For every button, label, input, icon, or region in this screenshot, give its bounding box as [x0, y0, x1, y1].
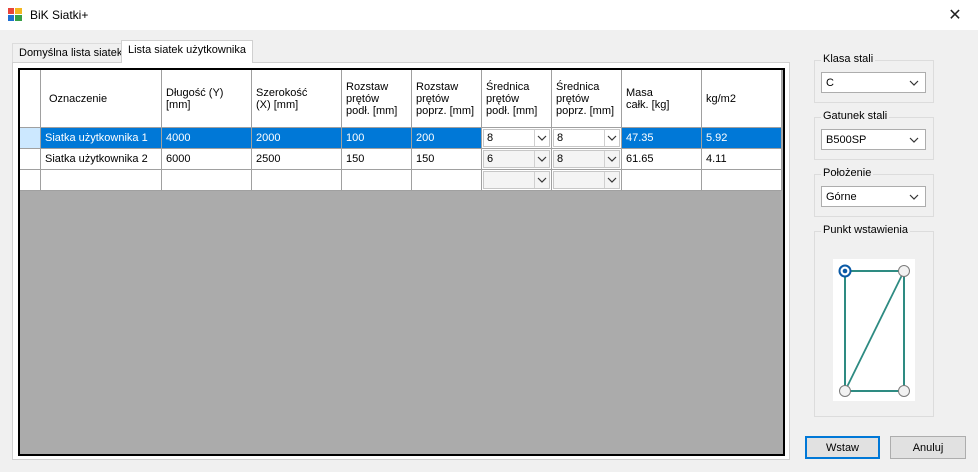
row-header[interactable] — [20, 128, 41, 149]
chevron-down-icon[interactable] — [534, 172, 549, 188]
cell-dia-long: 8 — [482, 128, 552, 149]
chevron-down-icon[interactable] — [604, 151, 619, 167]
cell-dia-cross — [552, 170, 622, 191]
tab-default-list[interactable]: Domyślna lista siatek — [12, 43, 130, 62]
steel-grade-dropdown[interactable]: B500SP — [821, 129, 926, 150]
combo-value: 8 — [557, 153, 564, 165]
cell-dia-cross: 8 — [552, 128, 622, 149]
dia-cross-combo[interactable]: 8 — [553, 129, 620, 147]
cell-kgm2[interactable]: 5.92 — [702, 128, 782, 149]
cell-length[interactable]: 4000 — [162, 128, 252, 149]
cell-spacing-cross[interactable] — [412, 170, 482, 191]
insertion-point-bottom-left-radio[interactable] — [839, 385, 851, 397]
cell-kgm2[interactable]: 4.11 — [702, 149, 782, 170]
mesh-grid[interactable]: Oznaczenie Długość (Y) [mm] Szerokość (X… — [18, 68, 785, 456]
cell-spacing-cross[interactable]: 200 — [412, 128, 482, 149]
cell-dia-cross: 8 — [552, 149, 622, 170]
client-area: Domyślna lista siatek Lista siatek użytk… — [0, 30, 978, 472]
window-title: BiK Siatki+ — [30, 8, 89, 22]
cell-width[interactable]: 2500 — [252, 149, 342, 170]
table-row-new[interactable] — [20, 170, 782, 191]
cell-length[interactable]: 6000 — [162, 149, 252, 170]
dia-cross-combo[interactable] — [553, 171, 620, 189]
column-header[interactable]: Oznaczenie — [41, 70, 162, 128]
row-header-corner — [20, 70, 41, 128]
dia-long-combo[interactable] — [483, 171, 550, 189]
column-header[interactable]: Masa całk. [kg] — [622, 70, 702, 128]
insert-button[interactable]: Wstaw — [805, 436, 880, 459]
dropdown-value: C — [826, 76, 834, 89]
chevron-down-icon[interactable] — [604, 130, 619, 146]
cell-spacing-cross[interactable]: 150 — [412, 149, 482, 170]
dropdown-value: Górne — [826, 190, 857, 203]
cancel-button[interactable]: Anuluj — [890, 436, 966, 459]
mesh-insertion-diagram — [833, 259, 915, 401]
chevron-down-icon — [909, 80, 919, 86]
column-header[interactable]: Szerokość (X) [mm] — [252, 70, 342, 128]
close-icon: ✕ — [948, 7, 962, 24]
cell-mass[interactable] — [622, 170, 702, 191]
combo-value: 6 — [487, 153, 494, 165]
cell-mass[interactable]: 47.35 — [622, 128, 702, 149]
column-header[interactable]: Rozstaw prętów poprz. [mm] — [412, 70, 482, 128]
cell-name[interactable]: Siatka użytkownika 1 — [41, 128, 162, 149]
cell-name[interactable]: Siatka użytkownika 2 — [41, 149, 162, 170]
dia-long-combo[interactable]: 6 — [483, 150, 550, 168]
insertion-point-bottom-right-radio[interactable] — [898, 385, 910, 397]
chevron-down-icon[interactable] — [534, 151, 549, 167]
close-button[interactable]: ✕ — [932, 0, 978, 30]
cell-width[interactable] — [252, 170, 342, 191]
column-header[interactable]: Średnica prętów poprz. [mm] — [552, 70, 622, 128]
cell-mass[interactable]: 61.65 — [622, 149, 702, 170]
column-header[interactable]: Długość (Y) [mm] — [162, 70, 252, 128]
cell-spacing-long[interactable]: 150 — [342, 149, 412, 170]
cell-kgm2[interactable] — [702, 170, 782, 191]
chevron-down-icon[interactable] — [604, 172, 619, 188]
dia-cross-combo[interactable]: 8 — [553, 150, 620, 168]
position-label: Położenie — [821, 167, 874, 179]
row-header[interactable] — [20, 170, 41, 191]
insertion-point-label: Punkt wstawienia — [821, 224, 910, 236]
radio-dot-icon — [842, 268, 848, 274]
cell-dia-long — [482, 170, 552, 191]
title-bar: BiK Siatki+ ✕ — [0, 0, 978, 30]
grid-header-row: Oznaczenie Długość (Y) [mm] Szerokość (X… — [20, 70, 782, 128]
combo-value: 8 — [557, 132, 564, 144]
position-dropdown[interactable]: Górne — [821, 186, 926, 207]
chevron-down-icon — [909, 137, 919, 143]
steel-class-label: Klasa stali — [821, 53, 876, 65]
chevron-down-icon — [909, 194, 919, 200]
tab-panel: Oznaczenie Długość (Y) [mm] Szerokość (X… — [12, 62, 790, 460]
cell-length[interactable] — [162, 170, 252, 191]
cell-spacing-long[interactable]: 100 — [342, 128, 412, 149]
cell-spacing-long[interactable] — [342, 170, 412, 191]
steel-class-dropdown[interactable]: C — [821, 72, 926, 93]
combo-value: 8 — [487, 132, 494, 144]
column-header[interactable]: Średnica prętów podł. [mm] — [482, 70, 552, 128]
dropdown-value: B500SP — [826, 133, 867, 146]
row-header[interactable] — [20, 149, 41, 170]
chevron-down-icon[interactable] — [534, 130, 549, 146]
column-header[interactable]: kg/m2 — [702, 70, 782, 128]
insertion-point-top-right-radio[interactable] — [898, 265, 910, 277]
tab-user-list[interactable]: Lista siatek użytkownika — [121, 40, 253, 63]
cell-name[interactable] — [41, 170, 162, 191]
dia-long-combo[interactable]: 8 — [483, 129, 550, 147]
table-row[interactable]: Siatka użytkownika 2 6000 2500 150 150 6… — [20, 149, 782, 170]
steel-grade-label: Gatunek stali — [821, 110, 890, 122]
table-row[interactable]: Siatka użytkownika 1 4000 2000 100 200 8… — [20, 128, 782, 149]
column-header[interactable]: Rozstaw prętów podł. [mm] — [342, 70, 412, 128]
cell-dia-long: 6 — [482, 149, 552, 170]
cell-width[interactable]: 2000 — [252, 128, 342, 149]
app-icon — [8, 8, 22, 21]
